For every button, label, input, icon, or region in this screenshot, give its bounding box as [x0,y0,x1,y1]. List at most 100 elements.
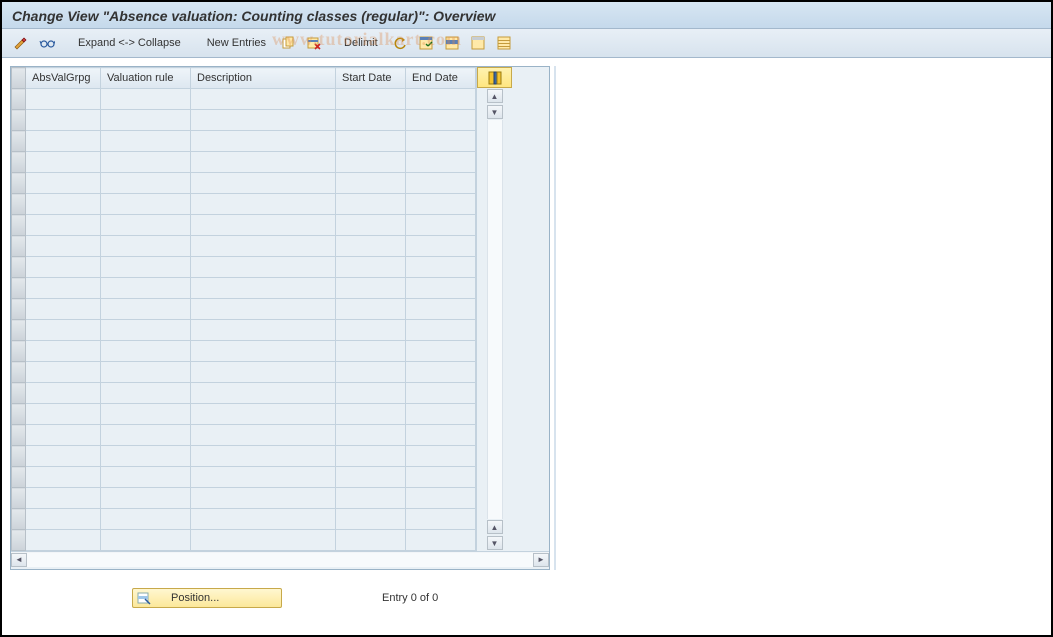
row-selector[interactable] [12,215,26,236]
cell-desc[interactable] [191,341,336,362]
table-row[interactable] [12,383,476,404]
col-description-header[interactable]: Description [191,68,336,89]
cell-start[interactable] [336,488,406,509]
table-row[interactable] [12,425,476,446]
data-grid[interactable]: AbsValGrpg Valuation rule Description St… [11,67,476,551]
cell-desc[interactable] [191,215,336,236]
toggle-change-button[interactable] [8,33,32,53]
cell-end[interactable] [406,446,476,467]
row-selector[interactable] [12,236,26,257]
row-selector[interactable] [12,257,26,278]
cell-abs[interactable] [26,110,101,131]
cell-start[interactable] [336,425,406,446]
row-selector[interactable] [12,383,26,404]
cell-end[interactable] [406,509,476,530]
cell-rule[interactable] [101,278,191,299]
cell-abs[interactable] [26,299,101,320]
cell-desc[interactable] [191,530,336,551]
deselect-all-button[interactable] [466,33,490,53]
cell-end[interactable] [406,131,476,152]
cell-desc[interactable] [191,425,336,446]
table-row[interactable] [12,236,476,257]
horizontal-scroll-track[interactable] [27,553,533,567]
cell-rule[interactable] [101,236,191,257]
cell-abs[interactable] [26,467,101,488]
cell-rule[interactable] [101,215,191,236]
cell-desc[interactable] [191,446,336,467]
cell-start[interactable] [336,446,406,467]
cell-desc[interactable] [191,320,336,341]
table-row[interactable] [12,341,476,362]
cell-rule[interactable] [101,467,191,488]
table-row[interactable] [12,320,476,341]
cell-abs[interactable] [26,383,101,404]
cell-abs[interactable] [26,320,101,341]
row-selector[interactable] [12,152,26,173]
col-valuation-rule-header[interactable]: Valuation rule [101,68,191,89]
position-button[interactable]: Position... [132,588,282,608]
cell-desc[interactable] [191,257,336,278]
cell-desc[interactable] [191,362,336,383]
copy-as-button[interactable] [276,33,300,53]
cell-end[interactable] [406,404,476,425]
select-block-button[interactable] [440,33,464,53]
cell-end[interactable] [406,425,476,446]
cell-desc[interactable] [191,131,336,152]
cell-abs[interactable] [26,131,101,152]
cell-start[interactable] [336,89,406,110]
cell-desc[interactable] [191,509,336,530]
row-selector-header[interactable] [12,68,26,89]
cell-abs[interactable] [26,509,101,530]
cell-rule[interactable] [101,320,191,341]
cell-abs[interactable] [26,425,101,446]
cell-start[interactable] [336,131,406,152]
cell-desc[interactable] [191,89,336,110]
cell-desc[interactable] [191,278,336,299]
cell-end[interactable] [406,299,476,320]
select-all-button[interactable] [414,33,438,53]
cell-abs[interactable] [26,215,101,236]
cell-rule[interactable] [101,341,191,362]
cell-desc[interactable] [191,173,336,194]
cell-end[interactable] [406,488,476,509]
cell-end[interactable] [406,173,476,194]
row-selector[interactable] [12,467,26,488]
new-entries-button[interactable]: New Entries [199,35,274,51]
cell-end[interactable] [406,152,476,173]
table-row[interactable] [12,299,476,320]
cell-abs[interactable] [26,341,101,362]
scroll-down-button[interactable]: ▼ [487,536,503,550]
col-start-date-header[interactable]: Start Date [336,68,406,89]
print-button[interactable] [492,33,516,53]
cell-start[interactable] [336,467,406,488]
cell-abs[interactable] [26,530,101,551]
table-settings-button[interactable] [477,67,512,88]
table-row[interactable] [12,278,476,299]
row-selector[interactable] [12,131,26,152]
row-selector[interactable] [12,362,26,383]
table-row[interactable] [12,131,476,152]
cell-start[interactable] [336,383,406,404]
cell-start[interactable] [336,278,406,299]
row-selector[interactable] [12,299,26,320]
cell-start[interactable] [336,215,406,236]
vertical-scroll-track[interactable] [487,120,503,519]
cell-end[interactable] [406,362,476,383]
cell-abs[interactable] [26,362,101,383]
row-selector[interactable] [12,404,26,425]
cell-desc[interactable] [191,467,336,488]
cell-abs[interactable] [26,236,101,257]
table-row[interactable] [12,152,476,173]
row-selector[interactable] [12,509,26,530]
cell-end[interactable] [406,110,476,131]
cell-end[interactable] [406,467,476,488]
table-row[interactable] [12,110,476,131]
row-selector[interactable] [12,425,26,446]
row-selector[interactable] [12,320,26,341]
row-selector[interactable] [12,530,26,551]
row-selector[interactable] [12,278,26,299]
vertical-splitter[interactable] [554,66,556,570]
cell-end[interactable] [406,215,476,236]
cell-start[interactable] [336,299,406,320]
scroll-up-button[interactable]: ▲ [487,89,503,103]
